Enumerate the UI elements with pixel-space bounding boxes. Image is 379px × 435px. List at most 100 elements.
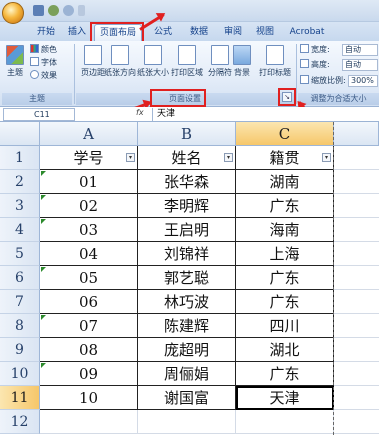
table-cell[interactable]: 李明辉 — [138, 194, 236, 218]
table-cell[interactable]: 王启明 — [138, 218, 236, 242]
tab-review[interactable]: 审阅 — [218, 24, 248, 41]
table-cell[interactable] — [334, 266, 379, 290]
table-cell[interactable]: 03 — [40, 218, 138, 242]
table-cell[interactable]: 广东 — [236, 194, 334, 218]
row-header[interactable]: 1 — [0, 146, 40, 170]
column-header-c[interactable]: C — [236, 122, 334, 146]
table-cell[interactable] — [334, 146, 379, 170]
table-cell[interactable]: 郭艺聪 — [138, 266, 236, 290]
table-cell[interactable]: 09 — [40, 362, 138, 386]
table-cell[interactable]: 天津 — [236, 386, 334, 410]
table-cell[interactable] — [334, 242, 379, 266]
table-cell[interactable]: 05 — [40, 266, 138, 290]
width-label: 宽度: — [300, 44, 330, 56]
table-cell[interactable] — [138, 410, 236, 434]
row-header[interactable]: 2 — [0, 170, 40, 194]
row-header[interactable]: 7 — [0, 290, 40, 314]
name-box[interactable]: C11 — [3, 108, 75, 121]
row-header[interactable]: 5 — [0, 242, 40, 266]
height-select[interactable]: 自动 — [342, 59, 378, 71]
table-cell[interactable]: 04 — [40, 242, 138, 266]
print-area-button[interactable]: 打印区域 — [170, 45, 204, 78]
width-select[interactable]: 自动 — [342, 44, 378, 56]
table-cell[interactable]: 广东 — [236, 362, 334, 386]
row-header[interactable]: 10 — [0, 362, 40, 386]
table-cell[interactable]: 01 — [40, 170, 138, 194]
orientation-button[interactable]: 纸张方向 — [103, 45, 137, 78]
print-titles-button[interactable]: 打印标题 — [258, 45, 292, 78]
formula-input[interactable]: 天津 — [152, 108, 376, 121]
table-cell[interactable] — [40, 410, 138, 434]
table-cell[interactable]: 湖北 — [236, 338, 334, 362]
table-cell[interactable]: 10 — [40, 386, 138, 410]
table-cell[interactable] — [334, 314, 379, 338]
row-header[interactable]: 9 — [0, 338, 40, 362]
row-header[interactable]: 12 — [0, 410, 40, 434]
row-header[interactable]: 11 — [0, 386, 40, 410]
filter-dropdown-icon[interactable]: ▾ — [322, 153, 331, 162]
column-header-d[interactable] — [334, 122, 379, 146]
column-header-a[interactable]: A — [40, 122, 138, 146]
table-cell[interactable]: 广东 — [236, 266, 334, 290]
table-cell[interactable]: 08 — [40, 338, 138, 362]
table-cell[interactable] — [334, 338, 379, 362]
table-header-cell[interactable]: 学号 ▾ — [40, 146, 138, 170]
table-cell[interactable]: 林巧波 — [138, 290, 236, 314]
fx-icon[interactable]: fx — [136, 108, 144, 117]
tab-home[interactable]: 开始 — [30, 24, 62, 41]
scale-input[interactable]: 300% — [348, 75, 378, 87]
table-cell[interactable]: 刘锦祥 — [138, 242, 236, 266]
size-button[interactable]: 纸张大小 — [136, 45, 170, 78]
table-cell[interactable]: 陈建辉 — [138, 314, 236, 338]
table-cell[interactable]: 周俪娟 — [138, 362, 236, 386]
save-icon[interactable] — [33, 5, 44, 16]
scale-icon — [300, 75, 309, 84]
tab-formulas[interactable]: 公式 — [148, 24, 178, 41]
row-header[interactable]: 4 — [0, 218, 40, 242]
redo-icon[interactable] — [63, 5, 74, 16]
table-cell[interactable]: 湖南 — [236, 170, 334, 194]
filter-dropdown-icon[interactable]: ▾ — [224, 153, 233, 162]
column-header-b[interactable]: B — [138, 122, 236, 146]
table-cell[interactable]: 上海 — [236, 242, 334, 266]
table-header-cell[interactable]: 姓名 ▾ — [138, 146, 236, 170]
table-cell[interactable]: 06 — [40, 290, 138, 314]
tab-acrobat[interactable]: Acrobat — [286, 24, 328, 41]
select-all-corner[interactable] — [0, 122, 40, 146]
table-cell[interactable] — [334, 362, 379, 386]
filter-dropdown-icon[interactable]: ▾ — [126, 153, 135, 162]
table-cell[interactable] — [334, 410, 379, 434]
office-button[interactable] — [2, 2, 24, 24]
table-cell[interactable] — [334, 386, 379, 410]
table-cell[interactable]: 海南 — [236, 218, 334, 242]
theme-fonts-button[interactable]: 字体 — [30, 57, 57, 69]
print-titles-label: 打印标题 — [259, 68, 291, 77]
table-cell[interactable]: 广东 — [236, 290, 334, 314]
table-cell[interactable] — [334, 194, 379, 218]
table-cell[interactable] — [334, 218, 379, 242]
row-header[interactable]: 6 — [0, 266, 40, 290]
table-cell[interactable] — [334, 290, 379, 314]
table-cell[interactable]: 07 — [40, 314, 138, 338]
table-cell[interactable]: 张华森 — [138, 170, 236, 194]
background-button[interactable]: 背景 — [228, 45, 256, 78]
undo-icon[interactable] — [48, 5, 59, 16]
table-header-cell[interactable]: 籍贯 ▾ — [236, 146, 334, 170]
table-cell[interactable]: 庞超明 — [138, 338, 236, 362]
themes-button[interactable]: 主题 — [2, 45, 28, 78]
table-cell[interactable]: 谢国富 — [138, 386, 236, 410]
table-cell[interactable]: 02 — [40, 194, 138, 218]
theme-colors-button[interactable]: 颜色 — [30, 44, 57, 56]
table-cell[interactable] — [236, 410, 334, 434]
scale-label: 缩放比例: — [300, 75, 346, 87]
theme-effects-button[interactable]: 效果 — [30, 70, 57, 82]
table-cell[interactable]: 四川 — [236, 314, 334, 338]
tab-data[interactable]: 数据 — [184, 24, 214, 41]
customize-icon[interactable] — [78, 5, 85, 16]
tab-view[interactable]: 视图 — [250, 24, 280, 41]
tab-insert[interactable]: 插入 — [62, 24, 92, 41]
row-header[interactable]: 3 — [0, 194, 40, 218]
row-header[interactable]: 8 — [0, 314, 40, 338]
background-icon — [233, 45, 251, 65]
table-cell[interactable] — [334, 170, 379, 194]
